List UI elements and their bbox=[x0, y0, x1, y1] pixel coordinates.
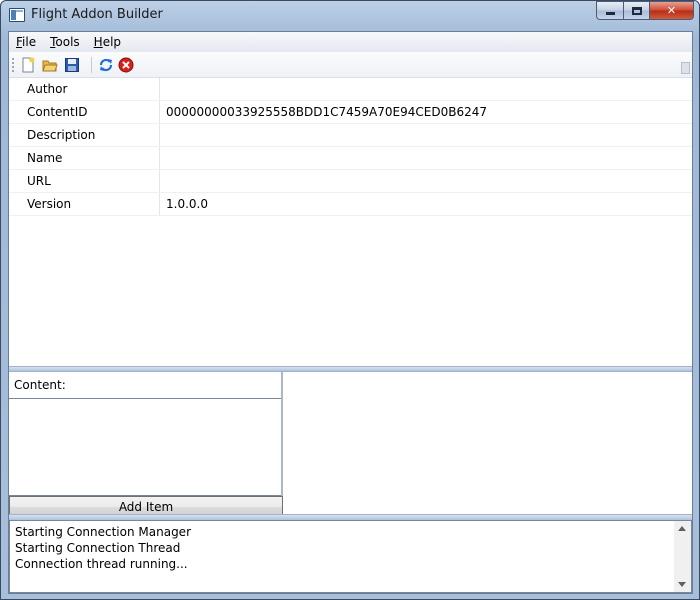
property-row-author[interactable]: Author bbox=[9, 78, 692, 101]
app-icon[interactable] bbox=[9, 8, 25, 22]
close-button[interactable]: ✕ bbox=[649, 1, 694, 20]
client-area: File Tools Help Author ContentID 0000000… bbox=[8, 31, 693, 594]
toolbar-separator bbox=[91, 57, 92, 73]
refresh-icon bbox=[99, 58, 113, 72]
minimize-icon bbox=[605, 12, 615, 15]
property-value[interactable] bbox=[160, 170, 692, 192]
app-window: Flight Addon Builder ✕ File Tools Help A… bbox=[0, 0, 700, 600]
menu-tools[interactable]: Tools bbox=[43, 35, 87, 49]
log-output[interactable]: Starting Connection Manager Starting Con… bbox=[9, 520, 692, 593]
property-row-url[interactable]: URL bbox=[9, 170, 692, 193]
toolbar bbox=[9, 52, 692, 78]
menu-bar: File Tools Help bbox=[9, 32, 692, 52]
menu-help[interactable]: Help bbox=[87, 35, 128, 49]
window-title: Flight Addon Builder bbox=[31, 7, 163, 22]
new-file-button[interactable] bbox=[19, 56, 37, 74]
log-scrollbar[interactable] bbox=[674, 521, 691, 592]
menu-file[interactable]: File bbox=[9, 35, 43, 49]
scroll-up-icon[interactable] bbox=[678, 526, 686, 531]
content-panel: Content: Add Item bbox=[9, 372, 283, 519]
property-value[interactable]: 00000000033925558BDD1C7459A70E94CED0B624… bbox=[160, 101, 692, 123]
open-folder-icon bbox=[42, 60, 58, 72]
property-value[interactable]: 1.0.0.0 bbox=[160, 193, 692, 215]
log-line: Starting Connection Thread bbox=[15, 541, 181, 555]
maximize-icon bbox=[631, 6, 642, 15]
close-icon: ✕ bbox=[666, 4, 677, 17]
property-row-description[interactable]: Description bbox=[9, 124, 692, 147]
maximize-button[interactable] bbox=[623, 1, 649, 20]
scroll-down-icon[interactable] bbox=[678, 582, 686, 587]
property-grid: Author ContentID 00000000033925558BDD1C7… bbox=[9, 78, 692, 366]
stop-icon bbox=[118, 57, 134, 73]
minimize-button[interactable] bbox=[596, 1, 623, 20]
content-detail-panel[interactable] bbox=[285, 372, 692, 519]
refresh-button[interactable] bbox=[97, 56, 115, 74]
log-line: Starting Connection Manager bbox=[15, 525, 191, 539]
property-row-name[interactable]: Name bbox=[9, 147, 692, 170]
new-file-icon bbox=[22, 57, 35, 73]
property-name: ContentID bbox=[9, 101, 160, 123]
property-value[interactable] bbox=[160, 124, 692, 146]
caption-buttons: ✕ bbox=[596, 1, 694, 21]
content-list[interactable] bbox=[9, 399, 281, 496]
log-lines: Starting Connection Manager Starting Con… bbox=[10, 521, 691, 575]
property-name: Author bbox=[9, 78, 160, 100]
log-line: Connection thread running... bbox=[15, 557, 188, 571]
property-value[interactable] bbox=[160, 78, 692, 100]
property-row-version[interactable]: Version 1.0.0.0 bbox=[9, 193, 692, 216]
title-bar[interactable]: Flight Addon Builder ✕ bbox=[1, 1, 699, 31]
property-name: Description bbox=[9, 124, 160, 146]
content-label: Content: bbox=[9, 372, 281, 399]
property-value[interactable] bbox=[160, 147, 692, 169]
property-row-contentid[interactable]: ContentID 00000000033925558BDD1C7459A70E… bbox=[9, 101, 692, 124]
open-button[interactable] bbox=[41, 56, 59, 74]
toolbar-grip[interactable] bbox=[12, 58, 14, 72]
property-name: Version bbox=[9, 193, 160, 215]
property-name: URL bbox=[9, 170, 160, 192]
property-name: Name bbox=[9, 147, 160, 169]
save-button[interactable] bbox=[63, 56, 81, 74]
stop-button[interactable] bbox=[117, 56, 135, 74]
toolbar-overflow-button[interactable] bbox=[681, 62, 690, 74]
save-icon bbox=[65, 58, 79, 72]
